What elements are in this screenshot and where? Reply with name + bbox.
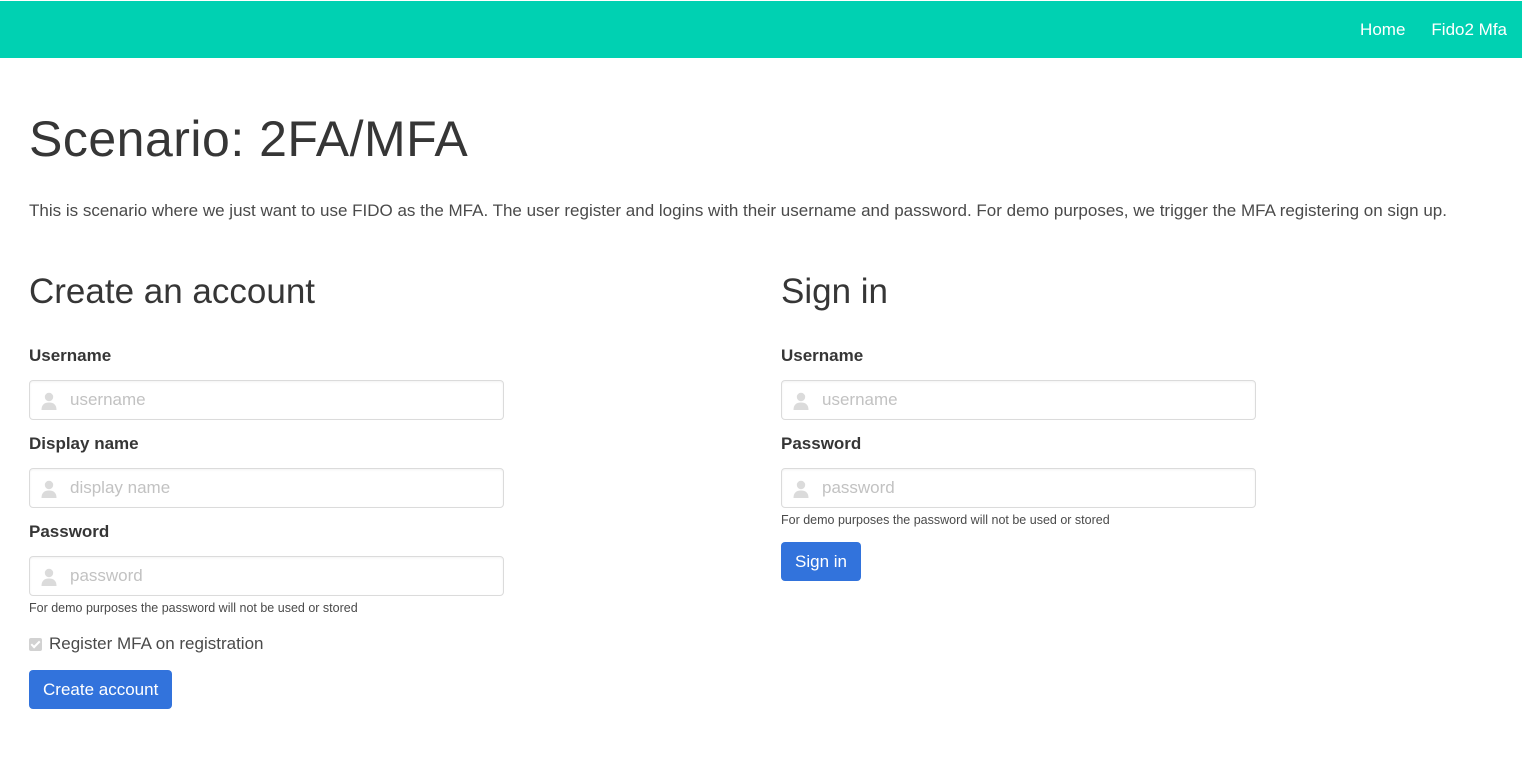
signin-password-label: Password	[781, 434, 862, 453]
sign-in-button[interactable]: Sign in	[781, 542, 861, 581]
register-mfa-checkbox-label: Register MFA on registration	[49, 634, 264, 653]
register-displayname-control	[29, 468, 504, 508]
nav-link-home[interactable]: Home	[1360, 20, 1405, 40]
register-username-field: Username	[29, 346, 504, 420]
page-title: Scenario: 2FA/MFA	[29, 111, 469, 167]
signin-username-label: Username	[781, 346, 864, 365]
signin-username-field: Username	[781, 346, 1256, 420]
register-section: Create an account Username Display name …	[29, 272, 504, 709]
intro-text: This is scenario where we just want to u…	[29, 201, 1447, 220]
register-username-input[interactable]	[30, 381, 503, 419]
register-mfa-checkbox[interactable]	[29, 637, 42, 651]
register-password-help: For demo purposes the password will not …	[29, 601, 358, 615]
register-password-field: Password For demo purposes the password …	[29, 522, 504, 615]
register-displayname-label: Display name	[29, 434, 139, 453]
register-username-label: Username	[29, 346, 112, 365]
register-displayname-field: Display name	[29, 434, 504, 508]
nav-link-fido2-mfa[interactable]: Fido2 Mfa	[1431, 20, 1507, 40]
register-mfa-checkbox-row[interactable]: Register MFA on registration	[29, 634, 263, 654]
register-username-control	[29, 380, 504, 420]
register-title: Create an account	[29, 272, 316, 311]
signin-username-control	[781, 380, 1256, 420]
signin-username-input[interactable]	[782, 381, 1255, 419]
register-password-label: Password	[29, 522, 110, 541]
top-navbar: Home Fido2 Mfa	[0, 1, 1522, 58]
register-password-control	[29, 556, 504, 596]
signin-section: Sign in Username Password For demo purpo…	[781, 272, 1256, 581]
register-password-input[interactable]	[30, 557, 503, 595]
register-displayname-input[interactable]	[30, 469, 503, 507]
signin-password-input[interactable]	[782, 469, 1255, 507]
nav-links: Home Fido2 Mfa	[1360, 1, 1507, 58]
create-account-button[interactable]: Create account	[29, 670, 173, 709]
signin-password-control	[781, 468, 1256, 508]
signin-password-help: For demo purposes the password will not …	[781, 513, 1110, 527]
signin-title: Sign in	[781, 272, 889, 311]
signin-password-field: Password For demo purposes the password …	[781, 434, 1256, 527]
